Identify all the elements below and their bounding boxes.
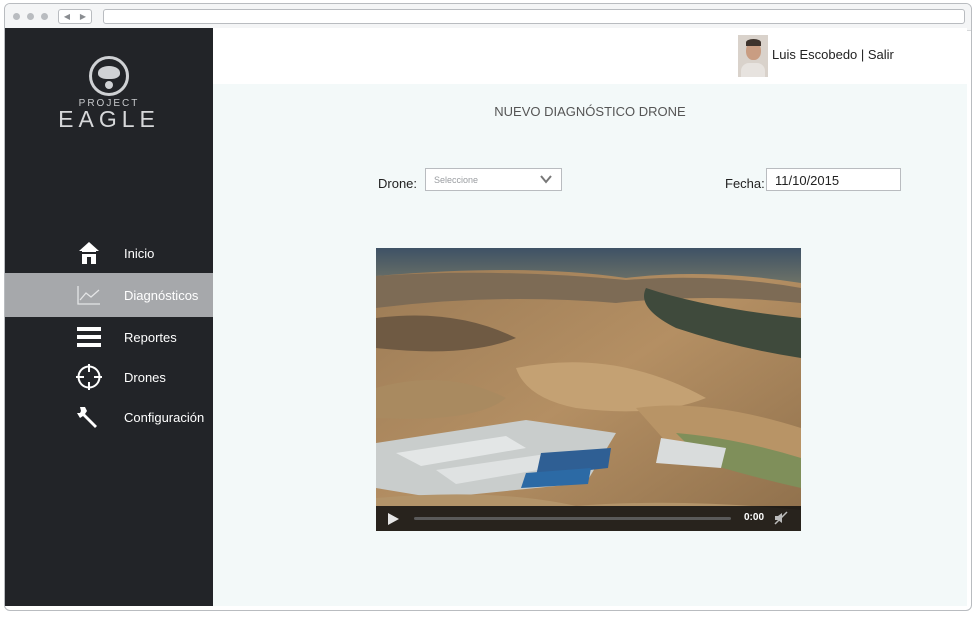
project-eagle-logo: PROJECT EAGLE bbox=[5, 56, 213, 132]
window-zoom-dot[interactable] bbox=[41, 13, 48, 20]
video-player[interactable]: 0:00 bbox=[376, 248, 801, 531]
sidebar-item-label: Reportes bbox=[124, 329, 177, 345]
home-icon bbox=[74, 240, 104, 266]
user-logout-link[interactable]: Luis Escobedo | Salir bbox=[772, 47, 894, 62]
browser-chrome: ◀ ▶ bbox=[5, 4, 971, 31]
sidebar-item-label: Configuración bbox=[124, 409, 205, 425]
main-menu: Inicio Diagnósticos Reportes Drones Conf… bbox=[5, 233, 213, 437]
fecha-input[interactable] bbox=[766, 168, 901, 191]
fecha-label: Fecha: bbox=[725, 176, 765, 191]
video-progress-bar[interactable] bbox=[414, 517, 731, 520]
sidebar-item-drones[interactable]: Drones bbox=[5, 357, 213, 397]
volume-muted-icon[interactable] bbox=[774, 511, 788, 525]
drone-label: Drone: bbox=[378, 176, 418, 191]
video-controls: 0:00 bbox=[376, 506, 801, 531]
back-arrow-icon[interactable]: ◀ bbox=[64, 12, 70, 21]
sidebar-item-label: Diagnósticos bbox=[124, 287, 199, 303]
address-bar[interactable] bbox=[103, 9, 965, 24]
avatar[interactable] bbox=[738, 35, 768, 77]
top-bar: Luis Escobedo | Salir bbox=[213, 28, 967, 84]
sidebar-item-diagnosticos[interactable]: Diagnósticos bbox=[5, 273, 213, 317]
sidebar-item-reportes[interactable]: Reportes bbox=[5, 317, 213, 357]
window-minimize-dot[interactable] bbox=[27, 13, 34, 20]
wrench-icon bbox=[74, 404, 104, 430]
crosshair-icon bbox=[74, 364, 104, 390]
drone-select[interactable]: Seleccione bbox=[425, 168, 562, 191]
history-nav[interactable]: ◀ ▶ bbox=[58, 9, 92, 24]
list-icon bbox=[74, 324, 104, 350]
sidebar: PROJECT EAGLE Inicio Diagnósticos Report… bbox=[5, 28, 213, 606]
forward-arrow-icon[interactable]: ▶ bbox=[80, 12, 86, 21]
play-icon[interactable] bbox=[388, 513, 399, 525]
sidebar-item-label: Inicio bbox=[124, 245, 155, 261]
eagle-emblem-icon bbox=[89, 56, 129, 96]
page-title: NUEVO DIAGNÓSTICO DRONE bbox=[494, 104, 686, 119]
sidebar-item-configuracion[interactable]: Configuración bbox=[5, 397, 213, 437]
video-time: 0:00 bbox=[744, 512, 765, 523]
chart-icon bbox=[74, 282, 104, 308]
sidebar-item-inicio[interactable]: Inicio bbox=[5, 233, 213, 273]
window-close-dot[interactable] bbox=[13, 13, 20, 20]
drone-select-value: Seleccione bbox=[434, 175, 479, 185]
chevron-down-icon bbox=[540, 175, 552, 184]
logo-line-2: EAGLE bbox=[58, 106, 160, 132]
sidebar-item-label: Drones bbox=[124, 369, 166, 385]
aerial-landscape-image bbox=[376, 248, 801, 531]
main-content: NUEVO DIAGNÓSTICO DRONE Drone: Seleccion… bbox=[213, 84, 967, 606]
